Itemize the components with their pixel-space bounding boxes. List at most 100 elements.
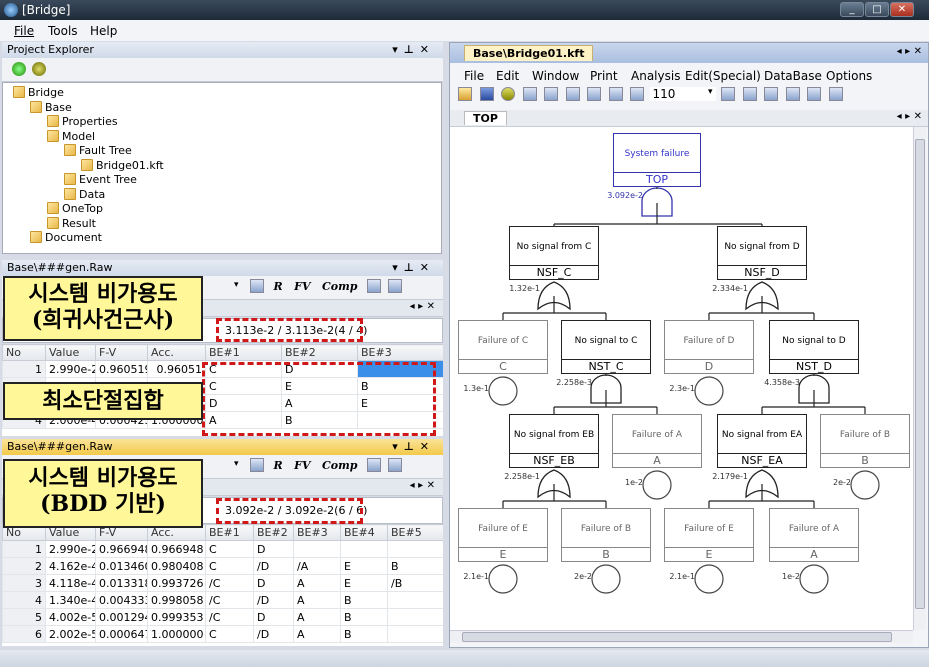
tree-item[interactable]: Event Tree [64, 173, 137, 186]
find-icon[interactable] [587, 87, 601, 101]
table-cell[interactable]: 2.990e-2 [45, 540, 96, 558]
column-header[interactable]: BE#1 [205, 524, 254, 541]
zoom-select[interactable]: 110 ▾ [649, 87, 716, 101]
export-icon[interactable] [366, 279, 381, 293]
table-cell[interactable]: 0.999353 [147, 608, 206, 626]
save-icon[interactable] [479, 87, 494, 101]
table-row[interactable]: 3 4.118e-4 0.013318 0.993726/C D A E/B [2, 574, 443, 592]
grid-icon[interactable] [250, 458, 264, 472]
fault-tree-node[interactable]: Failure of B B [820, 414, 910, 468]
menu-file[interactable]: File [14, 24, 34, 38]
table-cell[interactable]: D [253, 574, 294, 592]
table-cell[interactable]: A [293, 574, 341, 592]
table-cell[interactable]: A [293, 608, 341, 626]
menu-help[interactable]: Help [90, 24, 117, 38]
table-cell[interactable]: 1 [2, 540, 46, 558]
scroll-thumb[interactable] [462, 632, 892, 642]
comp-button[interactable]: Comp [322, 459, 357, 472]
table-cell[interactable]: 2 [2, 557, 46, 575]
tab-nav-controls[interactable]: ◂ ▸ ✕ [897, 111, 922, 122]
table-cell[interactable]: B [340, 625, 388, 643]
vertical-scrollbar[interactable] [913, 127, 926, 630]
dropdown-arrow-icon[interactable]: ▾ [234, 459, 239, 469]
fault-tree-node[interactable]: System failure TOP [613, 133, 701, 187]
maximize-button[interactable]: □ [865, 2, 889, 17]
fault-tree-node[interactable]: No signal from EB NSF_EB [509, 414, 599, 468]
open-icon[interactable] [458, 87, 472, 101]
print-preview-icon[interactable] [544, 87, 558, 101]
menu-tools[interactable]: Tools [48, 24, 78, 38]
table-row[interactable]: 2 4.162e-4 0.013460 0.980408 C/D/A E B [2, 557, 443, 575]
editor-menu-item[interactable]: Window [532, 69, 579, 83]
table-cell[interactable]: B [387, 557, 443, 575]
table-cell[interactable]: 0.000647 [95, 625, 148, 643]
refresh-icon[interactable] [12, 62, 26, 76]
project-tree[interactable]: Bridge Base Properties Model Fault Tree Bridg… [2, 82, 442, 254]
minimize-button[interactable]: _ [840, 2, 864, 17]
fault-tree-node[interactable]: Failure of E E [458, 508, 548, 562]
table-cell[interactable] [387, 608, 443, 626]
table-cell[interactable]: /B [387, 574, 443, 592]
table-cell[interactable]: 4.118e-4 [45, 574, 96, 592]
table-cell[interactable]: /A [293, 557, 341, 575]
paste-icon[interactable] [785, 87, 800, 101]
table-cell[interactable] [293, 540, 341, 558]
table-cell[interactable]: 0.998058 [147, 591, 206, 609]
fault-tree-node[interactable]: No signal from EA NSF_EA [717, 414, 807, 468]
bdd-table[interactable]: No Value F-V Acc. BE#1 BE#2 BE#3 BE#4 BE#5 1 2.990… [2, 524, 443, 643]
column-header[interactable]: BE#2 [253, 524, 294, 541]
hourglass-icon[interactable] [721, 87, 735, 101]
column-header[interactable]: F-V [95, 344, 148, 361]
table-cell[interactable]: 0.001294 [95, 608, 148, 626]
cut-icon[interactable] [742, 87, 757, 101]
table-cell[interactable]: 1 [2, 360, 46, 378]
database-icon[interactable] [501, 87, 515, 101]
tree-item[interactable]: Result [47, 216, 96, 230]
table-cell[interactable]: 0.993726 [147, 574, 206, 592]
table-cell[interactable]: 0.96051 [147, 360, 206, 378]
table-cell[interactable]: 4 [2, 591, 46, 609]
copy-icon[interactable] [764, 87, 778, 101]
table-cell[interactable]: B [340, 591, 388, 609]
table-cell[interactable]: /C [205, 574, 254, 592]
table-cell[interactable]: B [340, 608, 388, 626]
column-header[interactable]: Value [45, 344, 96, 361]
tree-item[interactable]: Bridge01.kft [81, 158, 164, 172]
tree-item[interactable]: Base [30, 100, 72, 114]
table-cell[interactable]: 4.162e-4 [45, 557, 96, 575]
table-cell[interactable]: /C [205, 608, 254, 626]
table-cell[interactable]: 3 [2, 574, 46, 592]
column-header[interactable]: Acc. [147, 344, 206, 361]
columns-icon[interactable] [630, 87, 644, 101]
fault-tree-node[interactable]: Failure of C C [458, 320, 548, 374]
tab-top[interactable]: TOP [464, 111, 507, 125]
export-icon[interactable] [366, 458, 381, 472]
column-header[interactable]: BE#3 [357, 344, 443, 361]
table-cell[interactable]: A [293, 625, 341, 643]
grid-icon[interactable] [250, 279, 264, 293]
table-cell[interactable]: 0.004333 [95, 591, 148, 609]
table-cell[interactable]: /C [205, 591, 254, 609]
table-cell[interactable] [387, 540, 443, 558]
close-button[interactable]: ✕ [890, 2, 914, 17]
fault-tree-node[interactable]: No signal from D NSF_D [717, 226, 807, 280]
fault-tree-node[interactable]: Failure of A A [769, 508, 859, 562]
editor-menu-item[interactable]: Edit(Special) [685, 69, 761, 83]
table-cell[interactable]: C [205, 625, 254, 643]
table-cell[interactable]: D [253, 540, 294, 558]
table-cell[interactable]: E [340, 557, 388, 575]
table-cell[interactable]: E [340, 574, 388, 592]
table-cell[interactable]: 0.966948 [95, 540, 148, 558]
table-cell[interactable] [387, 625, 443, 643]
table-row[interactable]: 1 2.990e-2 0.966948 0.966948 C D [2, 540, 443, 558]
fault-tree-node[interactable]: Failure of A A [612, 414, 702, 468]
r-button[interactable]: R [274, 280, 283, 293]
settings-icon[interactable] [32, 62, 46, 76]
fv-button[interactable]: FV [294, 280, 310, 293]
fv-button[interactable]: FV [294, 459, 310, 472]
fault-tree-node[interactable]: Failure of B B [561, 508, 651, 562]
editor-menu-item[interactable]: File [464, 69, 484, 83]
panel-controls[interactable]: ▾⊥✕ [392, 440, 435, 453]
table-cell[interactable]: 1.000000 [147, 625, 206, 643]
dropdown-arrow-icon[interactable]: ▾ [234, 280, 239, 290]
